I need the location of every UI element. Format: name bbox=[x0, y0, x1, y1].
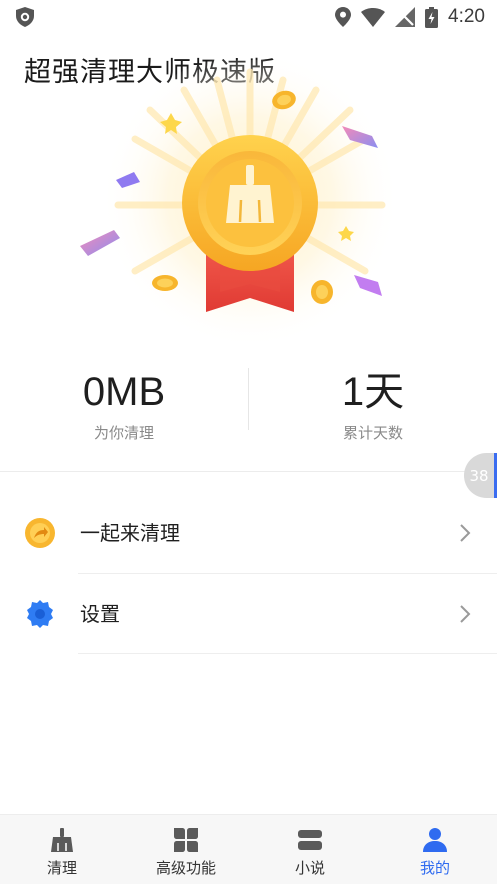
location-icon bbox=[335, 7, 352, 27]
section-divider bbox=[0, 471, 497, 472]
stat-cleaned-label: 为你清理 bbox=[93, 424, 154, 442]
floating-badge[interactable]: 38 bbox=[464, 453, 497, 498]
tab-label: 小说 bbox=[294, 859, 325, 877]
tab-label: 清理 bbox=[46, 859, 77, 877]
menu-item-label: 设置 bbox=[80, 602, 120, 626]
menu-item-clean-together[interactable]: 一起来清理 bbox=[0, 493, 497, 573]
chevron-right-icon bbox=[460, 524, 471, 542]
clock-time: 4:20 bbox=[448, 6, 485, 27]
medal-illustration bbox=[80, 60, 400, 355]
stat-days-label: 累计天数 bbox=[342, 424, 403, 442]
gear-icon bbox=[27, 600, 53, 628]
tab-mine[interactable]: 我的 bbox=[373, 815, 497, 885]
person-icon bbox=[423, 828, 447, 852]
broom-icon bbox=[51, 828, 73, 852]
book-icon bbox=[298, 830, 322, 850]
battery-charging-icon bbox=[425, 6, 439, 28]
chevron-right-icon bbox=[460, 605, 471, 623]
tab-label: 我的 bbox=[419, 859, 450, 877]
tab-advanced[interactable]: 高级功能 bbox=[124, 815, 248, 885]
tab-clean[interactable]: 清理 bbox=[0, 815, 124, 885]
menu-divider bbox=[78, 653, 497, 654]
no-signal-icon bbox=[395, 7, 416, 27]
tab-novel[interactable]: 小说 bbox=[248, 815, 372, 885]
stat-days: 1天 累计天数 bbox=[249, 360, 497, 443]
bottom-tab-bar: 清理 高级功能 小说 我的 bbox=[0, 814, 497, 884]
grid-icon bbox=[174, 828, 198, 852]
share-arrow-icon bbox=[25, 518, 55, 548]
shield-icon bbox=[16, 7, 34, 27]
wifi-icon bbox=[361, 7, 386, 27]
stat-cleaned-value: 0MB bbox=[82, 370, 166, 414]
stat-days-value: 1天 bbox=[341, 370, 405, 414]
tab-label: 高级功能 bbox=[155, 859, 216, 877]
menu-item-label: 一起来清理 bbox=[80, 521, 180, 545]
stat-cleaned: 0MB 为你清理 bbox=[0, 360, 248, 443]
menu-item-settings[interactable]: 设置 bbox=[0, 574, 497, 654]
status-bar: 4:20 bbox=[0, 0, 497, 34]
stats-panel: 0MB 为你清理 1天 累计天数 bbox=[0, 360, 497, 450]
